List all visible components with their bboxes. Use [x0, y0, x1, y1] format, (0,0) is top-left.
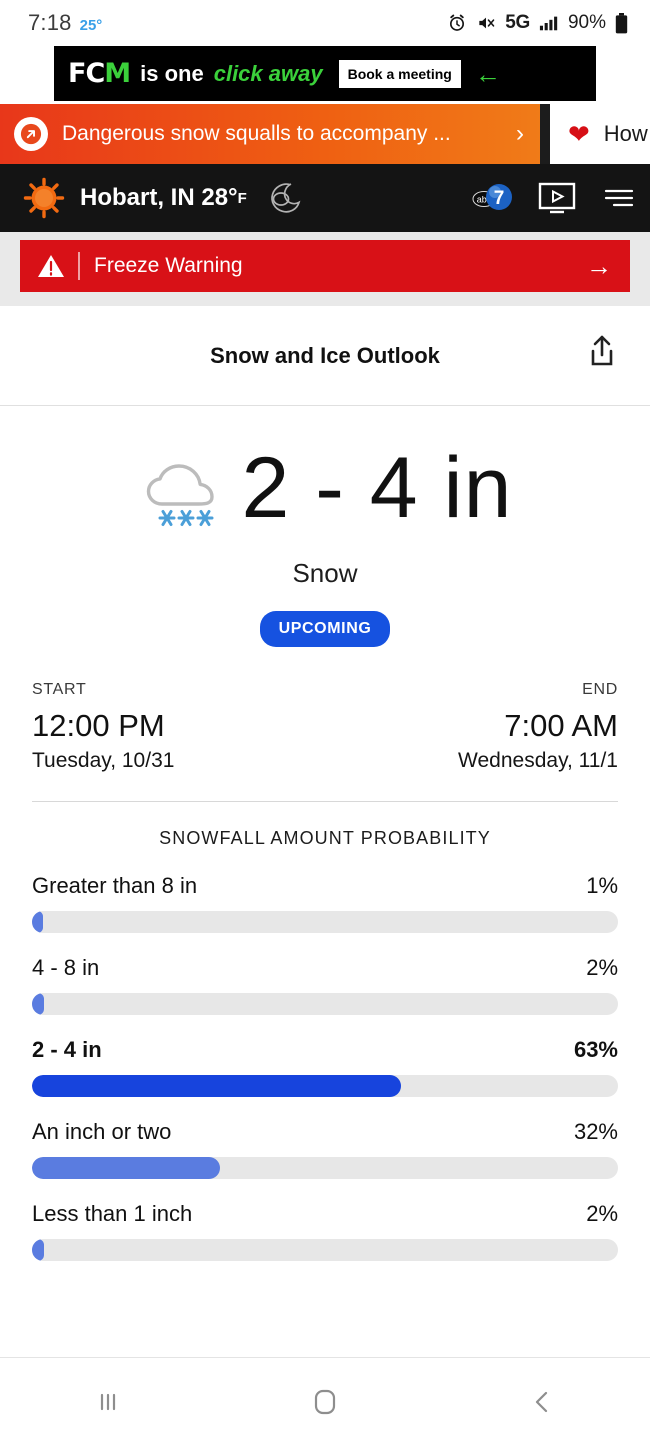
end-time: 7:00 AM: [504, 708, 618, 743]
ad-headline: is one: [140, 60, 204, 86]
probability-row-header: Greater than 8 in 1%: [32, 873, 618, 899]
android-nav-bar: [0, 1357, 650, 1445]
probability-value: 2%: [586, 1201, 618, 1226]
carousel-card-alert[interactable]: Dangerous snow squalls to accompany ... …: [0, 104, 540, 164]
carousel-card-second[interactable]: ❤ How: [550, 104, 650, 164]
probability-bar-fill: [32, 1157, 220, 1179]
status-badge: UPCOMING: [259, 611, 391, 647]
status-bar: 7:18 25° 5G 90%: [0, 0, 650, 46]
status-bar-left: 7:18 25°: [28, 10, 102, 36]
start-date: Tuesday, 10/31: [32, 749, 175, 772]
probability-bar-fill: [32, 993, 44, 1015]
abc7-logo[interactable]: abc 7: [468, 178, 520, 218]
header-temp-unit: F: [237, 190, 247, 207]
probability-label: An inch or two: [32, 1119, 172, 1144]
home-icon[interactable]: [280, 1372, 370, 1432]
probability-bar-track: [32, 911, 618, 933]
probability-row: Greater than 8 in 1%: [32, 873, 618, 933]
carousel-second-title: How: [603, 121, 648, 146]
ad-headline-accent: click away: [213, 60, 323, 86]
phone-screen: 7:18 25° 5G 90% FCM is one click away Bo…: [0, 0, 650, 1445]
network-type-label: 5G: [505, 12, 530, 33]
start-label: START: [32, 681, 87, 698]
live-tv-icon[interactable]: [534, 178, 580, 218]
probability-bar-fill: [32, 911, 43, 933]
back-icon[interactable]: [497, 1372, 587, 1432]
heart-icon: ❤: [568, 119, 590, 149]
probability-row-header: Less than 1 inch 2%: [32, 1201, 618, 1227]
mute-icon: [476, 13, 496, 33]
news-carousel: Dangerous snow squalls to accompany ... …: [0, 104, 650, 164]
probability-bar-track: [32, 993, 618, 1015]
probability-label: Less than 1 inch: [32, 1201, 193, 1226]
menu-icon[interactable]: [602, 178, 636, 218]
status-bar-right: 5G 90%: [447, 12, 628, 34]
probability-row: An inch or two 32%: [32, 1119, 618, 1179]
probability-row: Less than 1 inch 2%: [32, 1201, 618, 1261]
probability-value: 63%: [573, 1037, 618, 1062]
snow-amount-row: 2 - 4 in: [138, 440, 513, 536]
chart-title: SNOWFALL AMOUNT PROBABILITY: [159, 828, 491, 848]
status-temperature: 25°: [79, 17, 103, 34]
warning-triangle-icon: [36, 251, 66, 281]
warning-label: Freeze Warning: [94, 254, 243, 277]
section-divider: [32, 801, 618, 802]
end-label: END: [582, 681, 618, 698]
ad-banner[interactable]: FCM is one click away Book a meeting ←: [54, 46, 596, 101]
panel-header: Snow and Ice Outlook: [0, 306, 650, 406]
header-location[interactable]: Hobart, IN 28°F: [80, 184, 247, 212]
probability-row: 2 - 4 in 63%: [32, 1037, 618, 1097]
probability-row-header: 2 - 4 in 63%: [32, 1037, 618, 1063]
warning-divider: [78, 252, 80, 280]
snow-amount: 2 - 4 in: [241, 440, 513, 536]
page-title: Snow and Ice Outlook: [210, 342, 440, 368]
probability-label: Greater than 8 in: [32, 873, 198, 898]
signal-icon: [539, 14, 559, 32]
warning-arrow-icon[interactable]: →: [586, 251, 612, 282]
recent-apps-icon[interactable]: [63, 1372, 153, 1432]
status-clock: 7:18: [28, 10, 72, 35]
app-header: Hobart, IN 28°F abc 7: [0, 164, 650, 232]
chevron-right-icon[interactable]: ›: [516, 120, 524, 148]
ad-banner-container: FCM is one click away Book a meeting ←: [0, 46, 650, 104]
snow-cloud-icon: [138, 446, 234, 536]
warning-banner-container: Freeze Warning →: [0, 232, 650, 306]
ad-arrow-icon: ←: [474, 58, 501, 89]
svg-text:7: 7: [494, 188, 505, 209]
ad-logo: FCM: [68, 58, 131, 89]
start-column: START 12:00 PM Tuesday, 10/31: [32, 681, 174, 773]
snow-condition: Snow: [292, 558, 358, 588]
probability-value: 32%: [573, 1119, 618, 1144]
probability-value: 1%: [586, 873, 618, 898]
snowfall-probability-chart: Greater than 8 in 1% 4 - 8 in 2% 2 - 4 in 63%…: [0, 849, 650, 1261]
battery-percent: 90%: [567, 12, 606, 33]
header-temperature: 28°: [201, 184, 238, 211]
alarm-icon: [447, 13, 467, 33]
night-cloud-icon: [261, 176, 307, 220]
probability-bar-fill: [32, 1239, 44, 1261]
end-column: END 7:00 AM Wednesday, 11/1: [458, 681, 618, 773]
sun-logo: [22, 176, 66, 220]
probability-bar-track: [32, 1075, 618, 1097]
start-time: 12:00 PM: [32, 708, 165, 743]
share-icon[interactable]: [586, 334, 618, 368]
probability-bar-track: [32, 1157, 618, 1179]
probability-bar-track: [32, 1239, 618, 1261]
probability-value: 2%: [586, 955, 618, 980]
freeze-warning-banner[interactable]: Freeze Warning →: [20, 240, 630, 292]
alert-arrow-icon: [14, 117, 48, 151]
probability-row-header: 4 - 8 in 2%: [32, 955, 618, 981]
battery-icon: [615, 12, 628, 34]
snow-summary: 2 - 4 in Snow UPCOMING: [0, 406, 650, 647]
probability-label: 4 - 8 in: [32, 955, 100, 980]
probability-row-header: An inch or two 32%: [32, 1119, 618, 1145]
probability-label: 2 - 4 in: [32, 1037, 102, 1062]
probability-bar-fill: [32, 1075, 402, 1097]
end-date: Wednesday, 11/1: [458, 749, 618, 772]
carousel-alert-title: Dangerous snow squalls to accompany ...: [62, 122, 451, 145]
header-location-label: Hobart, IN: [80, 184, 195, 211]
event-timing: START 12:00 PM Tuesday, 10/31 END 7:00 A…: [0, 647, 650, 773]
probability-row: 4 - 8 in 2%: [32, 955, 618, 1015]
book-a-meeting-button[interactable]: Book a meeting: [338, 59, 461, 88]
